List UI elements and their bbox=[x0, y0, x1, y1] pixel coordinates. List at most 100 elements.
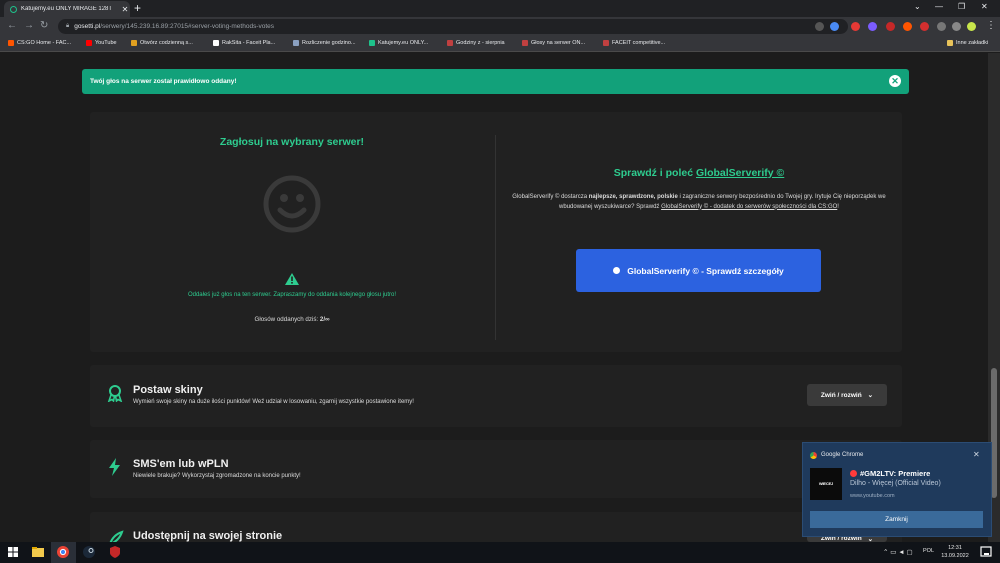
bookmark-item[interactable]: Rozliczenie godzino... bbox=[293, 40, 356, 46]
bookmark-favicon-icon bbox=[522, 40, 528, 46]
bookmark-item[interactable]: Godziny z - sierpnia bbox=[447, 40, 505, 46]
steam-icon[interactable] bbox=[82, 545, 96, 559]
browser-tab[interactable]: Katujemy.eu ONLY MIRAGE 128T ✕ bbox=[4, 1, 130, 17]
extension-red-icon[interactable] bbox=[851, 22, 860, 31]
file-explorer-icon[interactable] bbox=[31, 545, 45, 559]
info-icon bbox=[613, 267, 621, 274]
bookmark-label: Rozliczenie godzino... bbox=[302, 40, 356, 46]
bookmark-label: FACEIT competitive... bbox=[612, 40, 666, 46]
youtube-icon bbox=[86, 40, 92, 46]
bookmark-label: RakSita - Faceit Pla... bbox=[222, 40, 276, 46]
gs-text-bold: najlepsze, sprawdzone, polskie bbox=[588, 194, 678, 200]
notification-title-text: #GM2LTV: Premiere bbox=[860, 469, 931, 478]
lock-icon: 🔒︎ bbox=[66, 23, 70, 29]
globalserverify-description: GlobalServerify © dostarcza najlepsze, s… bbox=[512, 193, 886, 212]
globalserverify-button[interactable]: GlobalServerify © - Sprawdź szczegóły bbox=[576, 249, 821, 292]
gs-title-prefix: Sprawdź i poleć bbox=[613, 167, 694, 179]
side-panel-icon[interactable] bbox=[952, 22, 961, 31]
tab-close-icon[interactable]: ✕ bbox=[120, 5, 130, 14]
system-tray-icons[interactable]: ⌃ ▭ ◄ ▢ bbox=[883, 548, 913, 556]
bookmark-label: Katujemy.eu ONLY... bbox=[378, 40, 429, 46]
bookmark-favicon-icon bbox=[369, 40, 375, 46]
chrome-taskbar-icon[interactable] bbox=[56, 545, 70, 559]
bookmark-item[interactable]: RakSita - Faceit Pla... bbox=[213, 40, 275, 46]
other-bookmarks-label: Inne zakładki bbox=[956, 40, 989, 46]
bookmark-star-icon[interactable] bbox=[830, 22, 839, 31]
language-indicator[interactable]: POL bbox=[923, 548, 934, 554]
gs-text-part1: GlobalServerify © dostarcza bbox=[512, 194, 588, 200]
medal-icon bbox=[107, 385, 123, 402]
taskbar-clock[interactable]: 12:31 13.09.2022 bbox=[938, 544, 972, 560]
profile-avatar[interactable] bbox=[967, 22, 976, 31]
bookmark-item[interactable]: Głosy na serwer ON... bbox=[522, 40, 585, 46]
notification-url: www.youtube.com bbox=[850, 493, 895, 499]
vote-count: Głosów oddanych dziś: 2/∞ bbox=[90, 316, 494, 323]
antivirus-icon[interactable] bbox=[108, 545, 122, 559]
bookmark-item[interactable]: Otwórz codzienną s... bbox=[131, 40, 193, 46]
forward-icon[interactable]: → bbox=[24, 20, 34, 31]
tab-title: Katujemy.eu ONLY MIRAGE 128T bbox=[21, 6, 113, 12]
notifications-center-icon[interactable] bbox=[979, 545, 993, 559]
warning-icon bbox=[285, 273, 299, 285]
bookmark-label: Otwórz codzienną s... bbox=[140, 40, 193, 46]
url-domain: gosetti.pl bbox=[74, 23, 101, 30]
section-skins bbox=[90, 365, 902, 427]
site-favicon-icon bbox=[10, 5, 17, 13]
tab-search-icon[interactable]: ⌄ bbox=[914, 2, 921, 11]
windows-start-icon[interactable] bbox=[6, 545, 20, 559]
bookmark-label: Głosy na serwer ON... bbox=[531, 40, 586, 46]
bookmark-item[interactable]: Katujemy.eu ONLY... bbox=[369, 40, 428, 46]
bookmark-item[interactable]: CS:GO Home - FAC... bbox=[8, 40, 71, 46]
window-close-icon[interactable]: ✕ bbox=[981, 2, 988, 11]
folder-icon bbox=[947, 40, 953, 46]
minimize-icon[interactable]: — bbox=[935, 2, 943, 11]
gs-text-link[interactable]: GlobalServerify © - dodatek do serwerów … bbox=[661, 204, 837, 210]
globalserverify-title: Sprawdź i poleć GlobalServerify © bbox=[498, 167, 900, 179]
notification-subtitle: Dilho - Więcej (Official Video) bbox=[850, 480, 941, 487]
extension-dark-icon[interactable] bbox=[920, 22, 929, 31]
vote-status-message: Oddałeś już głos na ten serwer. Zaprasza… bbox=[187, 292, 397, 298]
maximize-icon[interactable]: ❐ bbox=[958, 2, 965, 11]
vote-count-value: 2/∞ bbox=[319, 316, 330, 323]
clock-time: 12:31 bbox=[948, 545, 962, 551]
bookmark-item[interactable]: FACEIT competitive... bbox=[603, 40, 665, 46]
notification-thumbnail: WIECEJ bbox=[810, 468, 842, 500]
gs-button-label: GlobalServerify © - Sprawdź szczegóły bbox=[627, 265, 784, 276]
live-dot-icon bbox=[850, 470, 857, 477]
notification-dismiss-button[interactable]: Zamknij bbox=[810, 511, 983, 528]
extension-faceit-icon[interactable] bbox=[903, 22, 912, 31]
bookmark-favicon-icon bbox=[603, 40, 609, 46]
success-alert: Twój głos na serwer został prawidłowo od… bbox=[82, 69, 909, 94]
bookmark-favicon-icon bbox=[447, 40, 453, 46]
other-bookmarks[interactable]: Inne zakładki bbox=[947, 40, 988, 46]
bookmark-item[interactable]: YouTube bbox=[86, 40, 117, 46]
notification-close-icon[interactable]: ✕ bbox=[973, 450, 980, 459]
notification-title: #GM2LTV: Premiere bbox=[850, 469, 930, 478]
bookmark-label: YouTube bbox=[95, 40, 117, 46]
new-tab-button[interactable]: + bbox=[134, 2, 141, 14]
notification-app-name: Google Chrome bbox=[821, 452, 864, 458]
collapse-toggle-button[interactable]: Zwiń / rozwiń ⌄ bbox=[807, 384, 887, 406]
bookmark-label: Godziny z - sierpnia bbox=[456, 40, 505, 46]
bookmarks-bar: CS:GO Home - FAC... YouTube Otwórz codzi… bbox=[0, 36, 1000, 52]
reload-icon[interactable]: ↻ bbox=[40, 20, 48, 31]
alert-close-icon[interactable]: ✕ bbox=[889, 75, 901, 87]
lightning-icon bbox=[109, 458, 120, 476]
gs-title-link[interactable]: GlobalServerify © bbox=[696, 167, 784, 179]
menu-kebab-icon[interactable]: ⋮ bbox=[986, 20, 996, 31]
clock-date: 13.09.2022 bbox=[941, 553, 969, 559]
bookmark-favicon-icon bbox=[213, 40, 219, 46]
section-title: SMS'em lub wPLN bbox=[133, 458, 229, 470]
card-divider bbox=[495, 135, 496, 340]
toggle-label: Zwiń / rozwiń bbox=[820, 391, 862, 399]
bookmark-favicon-icon bbox=[8, 40, 14, 46]
extension-adblock-icon[interactable] bbox=[886, 22, 895, 31]
section-description: Wymień swoje skiny na duże ilości punktó… bbox=[133, 399, 414, 405]
share-icon[interactable] bbox=[815, 22, 824, 31]
address-bar[interactable]: 🔒︎ gosetti.pl/serwery/145.239.16.89:2701… bbox=[58, 19, 848, 34]
extensions-puzzle-icon[interactable] bbox=[937, 22, 946, 31]
url-path: /serwery/145.239.16.89:27015#server-voti… bbox=[100, 23, 275, 30]
smiley-icon bbox=[263, 175, 321, 233]
back-icon[interactable]: ← bbox=[7, 20, 17, 31]
extension-purple-icon[interactable] bbox=[868, 22, 877, 31]
